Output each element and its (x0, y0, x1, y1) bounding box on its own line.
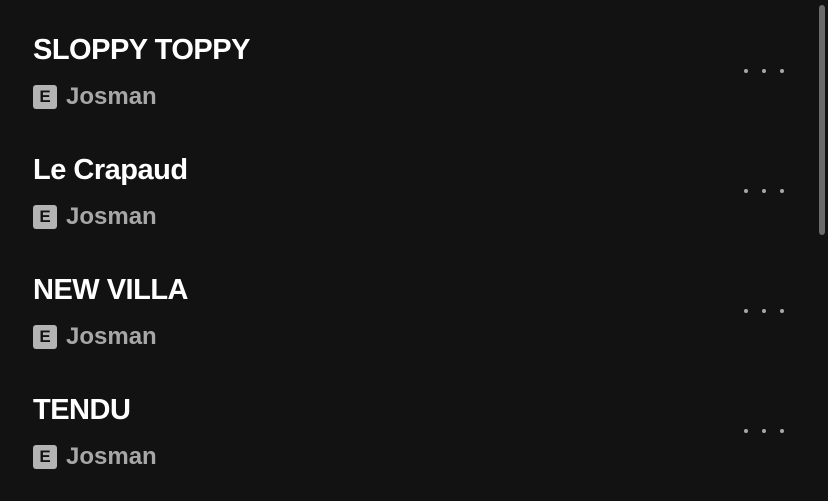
more-horizontal-icon-dot (744, 309, 748, 313)
track-title: NEW VILLA (33, 274, 189, 306)
more-options-button[interactable] (742, 298, 786, 324)
track-artist[interactable]: Josman (66, 444, 157, 470)
track-title: SLOPPY TOPPY (33, 34, 250, 66)
explicit-badge-icon: E (33, 85, 57, 109)
more-horizontal-icon-dot (780, 69, 784, 73)
more-horizontal-icon-dot (744, 189, 748, 193)
more-options-button[interactable] (742, 418, 786, 444)
scrollbar[interactable] (818, 0, 828, 501)
more-horizontal-icon-dot (780, 189, 784, 193)
more-horizontal-icon-dot (780, 429, 784, 433)
track-subline: E Josman (33, 204, 157, 230)
track-subline: E Josman (33, 84, 157, 110)
track-title: Le Crapaud (33, 154, 188, 186)
more-horizontal-icon-dot (744, 429, 748, 433)
track-list: SLOPPY TOPPY E Josman Le Crapaud E Josma… (0, 0, 828, 501)
track-artist[interactable]: Josman (66, 84, 157, 110)
track-subline: E Josman (33, 444, 157, 470)
track-artist[interactable]: Josman (66, 324, 157, 350)
more-horizontal-icon-dot (780, 309, 784, 313)
explicit-badge-icon: E (33, 205, 57, 229)
more-options-button[interactable] (742, 58, 786, 84)
more-horizontal-icon-dot (744, 69, 748, 73)
track-row[interactable]: TENDU E Josman (0, 370, 810, 490)
track-row[interactable]: Le Crapaud E Josman (0, 130, 810, 250)
explicit-badge-icon: E (33, 445, 57, 469)
more-options-button[interactable] (742, 178, 786, 204)
more-horizontal-icon-dot (762, 189, 766, 193)
track-subline: E Josman (33, 324, 157, 350)
track-row[interactable]: SLOPPY TOPPY E Josman (0, 10, 810, 130)
explicit-badge-icon: E (33, 325, 57, 349)
more-horizontal-icon-dot (762, 429, 766, 433)
track-row[interactable]: NEW VILLA E Josman (0, 250, 810, 370)
track-title: TENDU (33, 394, 131, 426)
scrollbar-thumb[interactable] (819, 5, 825, 235)
more-horizontal-icon-dot (762, 69, 766, 73)
more-horizontal-icon-dot (762, 309, 766, 313)
track-artist[interactable]: Josman (66, 204, 157, 230)
